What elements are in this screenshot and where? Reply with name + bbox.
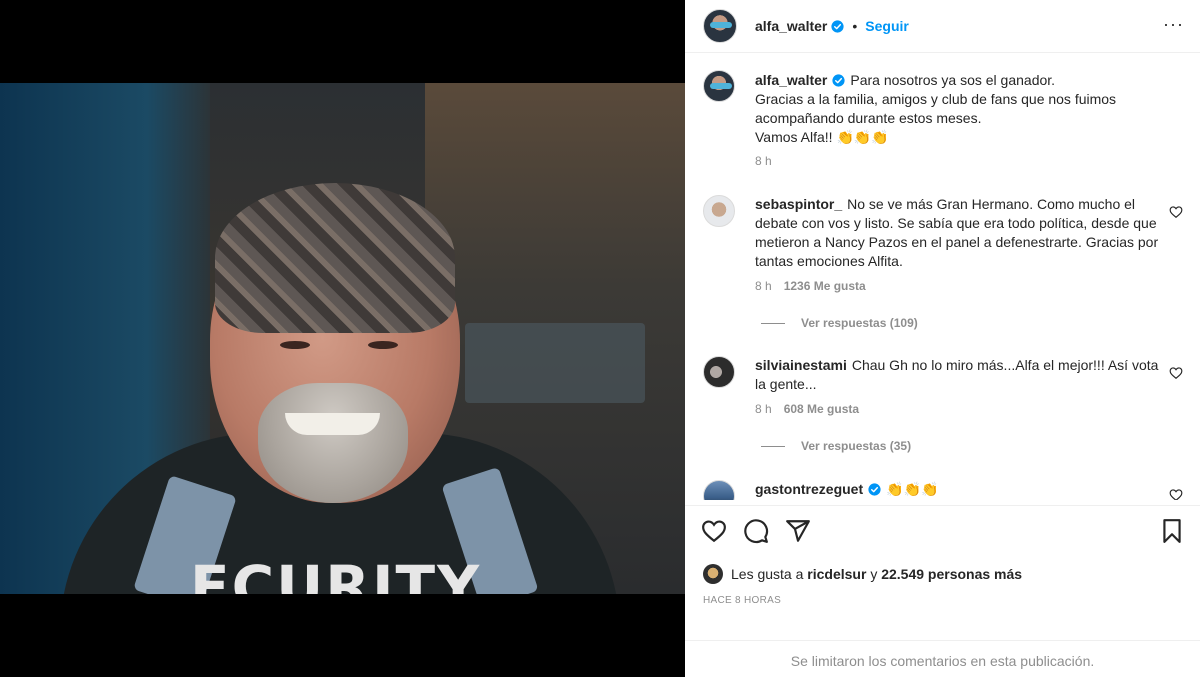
post-media: ECURITY [0,0,685,677]
view-replies-label: Ver respuestas (109) [801,316,918,330]
more-options-icon[interactable]: ··· [1163,14,1184,35]
verified-badge-icon [832,74,845,87]
likes-summary: Les gusta a ricdelsur y 22.549 personas … [703,564,1022,584]
caption-time[interactable]: 8 h [755,154,772,168]
comment-likes[interactable]: 608 Me gusta [784,402,859,416]
caption-username[interactable]: alfa_walter [755,72,827,88]
comment-time[interactable]: 8 h [755,402,772,416]
author-username[interactable]: alfa_walter [755,18,827,34]
liker-username[interactable]: ricdelsur [807,566,866,582]
like-comment-heart-icon[interactable] [1169,488,1183,500]
verified-badge-icon [868,483,881,496]
verified-badge-icon [831,19,844,33]
likes-count[interactable]: 22.549 personas más [881,566,1022,582]
caption-line: Para nosotros ya sos el ganador. [850,72,1056,88]
comment-time[interactable]: 8 h [755,279,772,293]
post-header: alfa_walter • Seguir ··· [685,0,1200,53]
caption-meta: 8 h [755,154,772,168]
comment-meta: 8 h 608 Me gusta [755,402,859,416]
author-avatar[interactable] [703,9,737,43]
post-photo[interactable]: ECURITY [0,83,685,594]
comment-likes[interactable]: 1236 Me gusta [784,279,866,293]
action-icons-row [701,518,1185,548]
post-timestamp[interactable]: HACE 8 HORAS [703,595,781,606]
commenter-username[interactable]: silviainestami [755,357,847,373]
view-replies-button[interactable]: Ver respuestas (35) [761,439,911,453]
like-comment-heart-icon[interactable] [1169,205,1183,219]
commenter-username[interactable]: gastontrezeguet [755,481,863,497]
commenter-avatar[interactable] [703,356,735,388]
like-heart-icon[interactable] [701,518,727,544]
comments-list[interactable]: alfa_walter Para nosotros ya sos el ganad… [685,54,1200,500]
share-paper-plane-icon[interactable] [785,518,811,544]
commenter-avatar[interactable] [703,480,735,500]
instagram-post-modal: ECURITY alfa_walter • Seguir ··· alfa_wa… [0,0,1200,677]
comments-limited-notice: Se limitaron los comentarios en esta pub… [685,640,1200,677]
comment-meta: 8 h 1236 Me gusta [755,279,866,293]
commenter-username[interactable]: sebaspintor_ [755,196,842,212]
view-replies-button[interactable]: Ver respuestas (109) [761,316,918,330]
comment-text: 👏👏👏 [886,481,939,497]
post-side-panel: alfa_walter • Seguir ··· alfa_walter Para… [685,0,1200,677]
liker-avatar[interactable] [703,564,723,584]
like-comment-heart-icon[interactable] [1169,366,1183,380]
shirt-print-text: ECURITY [190,553,482,594]
caption-avatar[interactable] [703,70,735,102]
commenter-avatar[interactable] [703,195,735,227]
separator-dot: • [852,18,858,34]
post-actions-section: Les gusta a ricdelsur y 22.549 personas … [685,505,1200,677]
follow-button[interactable]: Seguir [865,18,909,34]
comment-bubble-icon[interactable] [743,518,769,544]
caption-line: Gracias a la familia, amigos y club de f… [755,91,1117,126]
save-bookmark-icon[interactable] [1159,518,1185,544]
caption-line: Vamos Alfa!! 👏👏👏 [755,129,889,145]
view-replies-label: Ver respuestas (35) [801,439,912,453]
